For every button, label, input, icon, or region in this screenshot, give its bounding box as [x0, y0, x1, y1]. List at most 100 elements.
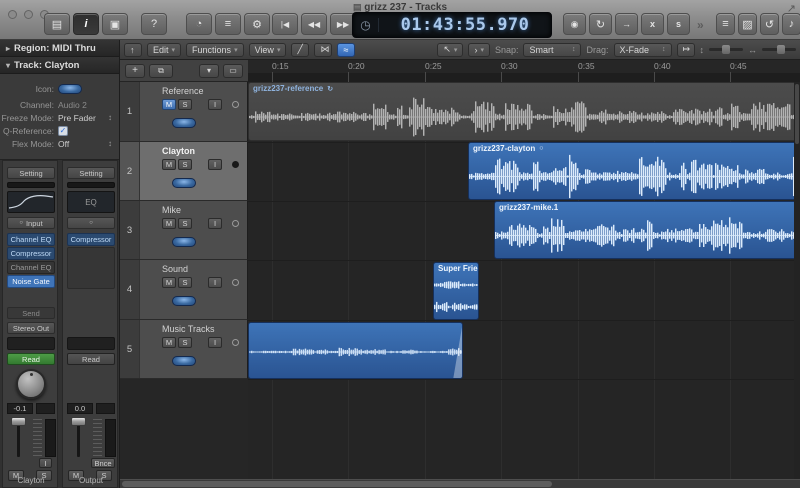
track-name[interactable]: Sound	[162, 264, 188, 274]
input-monitor-button[interactable]: I	[39, 458, 52, 468]
bounce-button[interactable]: Bnce	[91, 458, 115, 468]
track-input-monitor-button[interactable]: I	[208, 159, 222, 170]
tuner-button[interactable]: ◉	[563, 13, 586, 35]
region-music[interactable]	[248, 322, 463, 379]
automation-toggle-button[interactable]: ↑	[124, 43, 142, 57]
automation-mode-button[interactable]: Read	[7, 353, 55, 365]
track-header-clayton[interactable]: 2 Clayton MS I	[120, 142, 248, 201]
go-to-beginning-button[interactable]: |◀	[272, 13, 298, 35]
freeze-mode-stepper-icon[interactable]: ↕	[108, 113, 112, 122]
toolbar-overflow-chevron[interactable]: »	[697, 18, 704, 32]
peak-value[interactable]	[36, 403, 55, 414]
catch-playhead-button[interactable]: ↦	[677, 43, 695, 57]
track-mute-button[interactable]: M	[162, 337, 176, 348]
track-input-monitor-button[interactable]: I	[208, 277, 222, 288]
track-name[interactable]: Clayton	[162, 146, 195, 156]
region-super-friend[interactable]: Super Friend	[433, 262, 479, 320]
header-config-button[interactable]: ▭	[223, 64, 243, 78]
view-menu[interactable]: View▾	[249, 43, 287, 57]
duplicate-track-button[interactable]: ⧉	[149, 64, 173, 78]
group-settings-button[interactable]: ▾	[199, 64, 219, 78]
input-slot[interactable]: ○	[67, 217, 115, 229]
horizontal-zoom-handle[interactable]	[777, 45, 785, 54]
region-inspector-header[interactable]: ▸ Region: MIDI Thru	[0, 40, 119, 57]
inspector-button[interactable]: i	[73, 13, 99, 35]
quick-help-button[interactable]: ?	[141, 13, 167, 35]
browsers-button[interactable]: ♪	[782, 13, 800, 35]
replace-button[interactable]: x	[641, 13, 664, 35]
track-mute-button[interactable]: M	[162, 277, 176, 288]
automation-mode-button[interactable]: Read	[67, 353, 115, 365]
track-solo-button[interactable]: S	[178, 218, 192, 229]
solo-mode-button[interactable]: s	[667, 13, 690, 35]
setting-button[interactable]: Setting	[7, 167, 55, 179]
plugin-slot-compressor[interactable]: Compressor	[67, 233, 115, 246]
volume-value[interactable]: -0.1	[7, 403, 33, 414]
crossfade-tool-button[interactable]: ⋈	[314, 43, 332, 57]
metronome-button[interactable]: ◔	[186, 13, 212, 35]
edit-menu[interactable]: Edit▾	[147, 43, 181, 57]
fader-handle[interactable]	[71, 417, 86, 426]
track-mute-button[interactable]: M	[162, 159, 176, 170]
track-record-enable[interactable]	[232, 161, 239, 168]
rewind-button[interactable]: ◀◀	[301, 13, 327, 35]
flex-mode-stepper-icon[interactable]: ↕	[108, 139, 112, 148]
track-mute-button[interactable]: M	[162, 218, 176, 229]
mixer-button[interactable]: ≡	[215, 13, 241, 35]
region-clayton[interactable]: grizz237-clayton○	[468, 142, 800, 200]
track-record-enable[interactable]	[232, 339, 239, 346]
functions-menu[interactable]: Functions▾	[186, 43, 244, 57]
plugin-slot-channel-eq-1[interactable]: Channel EQ	[7, 233, 55, 246]
pan-knob[interactable]	[16, 369, 46, 399]
track-input-monitor-button[interactable]: I	[208, 337, 222, 348]
toolbox-button[interactable]: ⚙	[244, 13, 270, 35]
plugin-slot-channel-eq-2[interactable]: Channel EQ	[7, 261, 55, 274]
group-slot[interactable]	[7, 337, 55, 350]
q-reference-checkbox[interactable]: ✓	[58, 126, 68, 136]
peak-value[interactable]	[96, 403, 115, 414]
track-icon-speaker[interactable]	[58, 84, 82, 94]
timeline-ruler[interactable]: 0:15 0:20 0:25 0:30 0:35 0:40 0:45	[248, 60, 800, 82]
snap-menu[interactable]: Smart↕	[523, 43, 581, 57]
output-routing-button[interactable]: Stereo Out	[7, 322, 55, 334]
track-input-monitor-button[interactable]: I	[208, 99, 222, 110]
arrange-lanes[interactable]: grizz237-reference↻ grizz237-clayton○ gr…	[248, 82, 800, 479]
track-name[interactable]: Mike	[162, 205, 181, 215]
setting-button[interactable]: Setting	[67, 167, 115, 179]
track-header-mike[interactable]: 3 Mike MS I	[120, 201, 248, 260]
eq-thumbnail[interactable]	[7, 191, 55, 213]
track-header-reference[interactable]: 1 Reference MS I	[120, 82, 248, 142]
track-solo-button[interactable]: S	[178, 337, 192, 348]
flex-mode-value[interactable]: Off	[58, 139, 69, 149]
note-pads-button[interactable]: ▨	[738, 13, 757, 35]
list-editors-button[interactable]: ≡	[716, 13, 735, 35]
track-mute-button[interactable]: M	[162, 99, 176, 110]
fader-handle[interactable]	[11, 417, 26, 426]
lcd-display[interactable]: ◷ 01:43:55.970	[352, 12, 552, 38]
region-mike[interactable]: grizz237-mike.1	[494, 201, 800, 259]
show-automation-button[interactable]: ╱	[291, 43, 309, 57]
track-header-sound[interactable]: 4 Sound MS I	[120, 260, 248, 320]
vertical-scrollbar-thumb[interactable]	[795, 84, 799, 144]
horizontal-scrollbar-thumb[interactable]	[122, 481, 552, 487]
track-record-enable[interactable]	[232, 101, 239, 108]
command-click-tool-menu[interactable]: ›▾	[468, 43, 490, 57]
track-name[interactable]: Music Tracks	[162, 324, 215, 334]
vertical-zoom-handle[interactable]	[722, 45, 730, 54]
group-slot[interactable]	[67, 337, 115, 350]
show-flex-button[interactable]: ≈	[337, 43, 355, 57]
plugin-slot-compressor[interactable]: Compressor	[7, 247, 55, 260]
drag-menu[interactable]: X-Fade↕	[614, 43, 672, 57]
track-input-monitor-button[interactable]: I	[208, 218, 222, 229]
horizontal-zoom-slider[interactable]	[762, 48, 796, 51]
plugin-slot-noise-gate[interactable]: Noise Gate	[7, 275, 55, 288]
vertical-scrollbar[interactable]	[794, 82, 800, 479]
left-click-tool-menu[interactable]: ↖▾	[437, 43, 463, 57]
track-name[interactable]: Reference	[162, 86, 204, 96]
track-solo-button[interactable]: S	[178, 277, 192, 288]
add-track-button[interactable]: +	[125, 64, 145, 78]
input-slot[interactable]: ○ Input	[7, 217, 55, 229]
count-in-button[interactable]: →	[615, 13, 638, 35]
track-inspector-header[interactable]: ▾ Track: Clayton	[0, 57, 119, 74]
send-slot[interactable]: Send	[7, 307, 55, 319]
